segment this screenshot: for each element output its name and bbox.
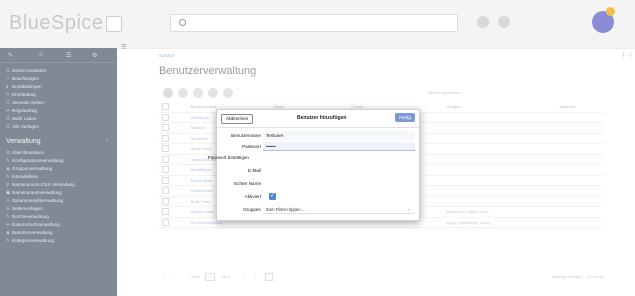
groups-select[interactable]: Zum Filtern tippen ... ⌄ <box>263 205 415 214</box>
dialog-title: Benutzer hinzufügen <box>297 115 347 121</box>
password-row: Passwort <box>217 142 419 152</box>
username-label: Benutzername <box>231 133 261 138</box>
confirm-password-label: Passwort bestätigen <box>207 155 249 160</box>
notifications-icon[interactable] <box>477 16 489 28</box>
realname-label: Echter Name <box>234 181 261 186</box>
top-bar: BlueSpice <box>0 0 635 49</box>
add-user-dialog: Abbrechen Benutzer hinzufügen Fertig Ben… <box>208 109 420 221</box>
realname-field[interactable] <box>263 179 415 188</box>
app-window: BlueSpice ✎ ☺ ☰ ⚙ ☰ Zuletzt Geändert ☆ Beac… <box>0 0 635 296</box>
email-field[interactable] <box>263 166 415 175</box>
active-checkbox[interactable]: ✓ <box>269 193 276 200</box>
chevron-down-icon: ⌄ <box>406 206 411 212</box>
search-icon <box>179 19 186 26</box>
logo[interactable]: BlueSpice <box>9 12 122 35</box>
add-content-icon[interactable] <box>498 16 510 28</box>
groups-label: Gruppen <box>243 207 261 212</box>
avatar-badge-icon <box>606 7 615 16</box>
password-label: Passwort <box>242 144 261 149</box>
logo-text: BlueSpice <box>9 12 104 34</box>
logo-badge-icon <box>105 15 122 32</box>
username-field[interactable] <box>263 131 415 140</box>
active-label: Aktiviert <box>244 194 261 199</box>
confirm-password-field[interactable] <box>267 153 415 162</box>
confirm-password-row: Passwort bestätigen <box>208 153 419 163</box>
email-label: E-Mail <box>247 168 261 173</box>
username-row: Benutzername <box>217 131 419 141</box>
search-box[interactable] <box>170 14 458 32</box>
realname-row: Echter Name <box>217 179 419 189</box>
password-field[interactable] <box>263 142 415 151</box>
cancel-button[interactable]: Abbrechen <box>221 114 254 124</box>
search-input[interactable] <box>191 17 445 30</box>
dialog-header: Abbrechen Benutzer hinzufügen Fertig <box>217 110 419 128</box>
email-row: E-Mail <box>217 166 419 176</box>
done-button[interactable]: Fertig <box>395 113 415 122</box>
groups-placeholder: Zum Filtern tippen ... <box>266 207 306 212</box>
groups-row: Gruppen Zum Filtern tippen ... ⌄ <box>217 205 419 215</box>
active-row: Aktiviert ✓ <box>217 192 419 202</box>
